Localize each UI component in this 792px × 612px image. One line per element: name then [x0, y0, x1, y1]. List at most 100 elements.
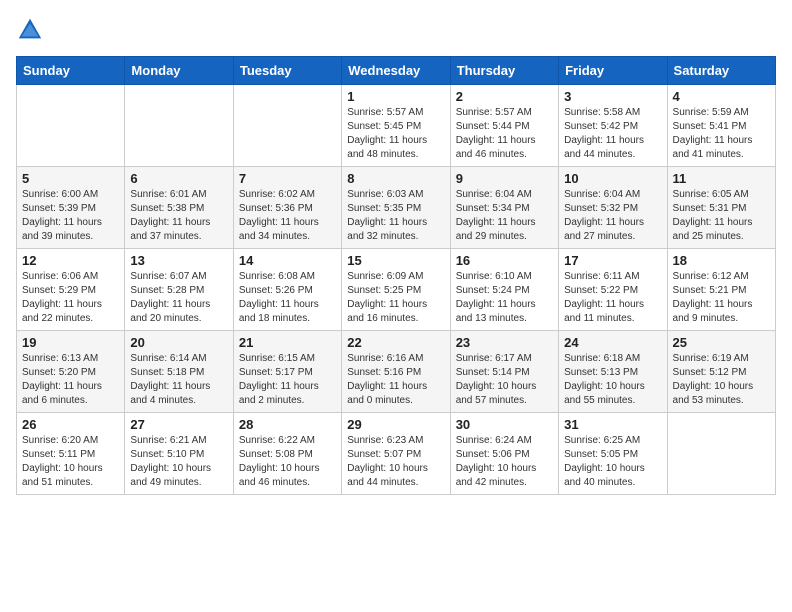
day-number: 10 — [564, 171, 661, 186]
calendar-cell: 27Sunrise: 6:21 AM Sunset: 5:10 PM Dayli… — [125, 413, 233, 495]
calendar-week-row: 1 Sunrise: 5:57 AM Sunset: 5:45 PM Daylig… — [17, 85, 776, 167]
calendar-cell: 19 Sunrise: 6:13 AM Sunset: 5:20 PM Dayli… — [17, 331, 125, 413]
cell-content: Sunrise: 5:58 AM Sunset: 5:42 PM Dayligh… — [564, 106, 661, 162]
cell-content: Sunrise: 5:57 AM Sunset: 5:44 PM Dayligh… — [456, 106, 553, 162]
calendar-cell: 14 Sunrise: 6:08 AM Sunset: 5:26 PM Dayli… — [233, 249, 341, 331]
cell-content: Sunrise: 6:22 AM Sunset: 5:08 PM Dayligh… — [239, 434, 336, 490]
day-number: 18 — [673, 253, 770, 268]
day-number: 16 — [456, 253, 553, 268]
calendar-cell: 29 Sunrise: 6:23 AM Sunset: 5:07 PM Dayli… — [342, 413, 450, 495]
day-number: 25 — [673, 335, 770, 350]
cell-content: Sunrise: 6:12 AM Sunset: 5:21 PM Dayligh… — [673, 270, 770, 326]
day-number: 27 — [130, 417, 227, 432]
calendar-week-row: 12 Sunrise: 6:06 AM Sunset: 5:29 PM Dayli… — [17, 249, 776, 331]
day-number: 20 — [130, 335, 227, 350]
calendar-cell: 23Sunrise: 6:17 AM Sunset: 5:14 PM Dayli… — [450, 331, 558, 413]
cell-content: Sunrise: 6:20 AM Sunset: 5:11 PM Dayligh… — [22, 434, 119, 490]
cell-content: Sunrise: 5:57 AM Sunset: 5:45 PM Dayligh… — [347, 106, 444, 162]
cell-content: Sunrise: 6:06 AM Sunset: 5:29 PM Dayligh… — [22, 270, 119, 326]
cell-content: Sunrise: 6:08 AM Sunset: 5:26 PM Dayligh… — [239, 270, 336, 326]
day-number: 22 — [347, 335, 444, 350]
day-number: 13 — [130, 253, 227, 268]
calendar-cell: 21 Sunrise: 6:15 AM Sunset: 5:17 PM Dayli… — [233, 331, 341, 413]
cell-content: Sunrise: 6:10 AM Sunset: 5:24 PM Dayligh… — [456, 270, 553, 326]
cell-content: Sunrise: 6:24 AM Sunset: 5:06 PM Dayligh… — [456, 434, 553, 490]
calendar-cell: 15Sunrise: 6:09 AM Sunset: 5:25 PM Dayli… — [342, 249, 450, 331]
day-number: 19 — [22, 335, 119, 350]
logo — [16, 16, 48, 44]
day-of-week-header: Wednesday — [342, 57, 450, 85]
calendar-cell — [17, 85, 125, 167]
day-of-week-header: Saturday — [667, 57, 775, 85]
cell-content: Sunrise: 5:59 AM Sunset: 5:41 PM Dayligh… — [673, 106, 770, 162]
cell-content: Sunrise: 6:04 AM Sunset: 5:34 PM Dayligh… — [456, 188, 553, 244]
day-of-week-header: Thursday — [450, 57, 558, 85]
cell-content: Sunrise: 6:16 AM Sunset: 5:16 PM Dayligh… — [347, 352, 444, 408]
day-number: 31 — [564, 417, 661, 432]
calendar-cell: 8Sunrise: 6:03 AM Sunset: 5:35 PM Daylig… — [342, 167, 450, 249]
calendar-cell: 11 Sunrise: 6:05 AM Sunset: 5:31 PM Dayli… — [667, 167, 775, 249]
day-number: 29 — [347, 417, 444, 432]
cell-content: Sunrise: 6:04 AM Sunset: 5:32 PM Dayligh… — [564, 188, 661, 244]
calendar-cell: 3 Sunrise: 5:58 AM Sunset: 5:42 PM Daylig… — [559, 85, 667, 167]
day-number: 2 — [456, 89, 553, 104]
calendar-cell: 2 Sunrise: 5:57 AM Sunset: 5:44 PM Daylig… — [450, 85, 558, 167]
day-number: 4 — [673, 89, 770, 104]
cell-content: Sunrise: 6:05 AM Sunset: 5:31 PM Dayligh… — [673, 188, 770, 244]
calendar-cell: 4 Sunrise: 5:59 AM Sunset: 5:41 PM Daylig… — [667, 85, 775, 167]
calendar-cell: 6Sunrise: 6:01 AM Sunset: 5:38 PM Daylig… — [125, 167, 233, 249]
day-number: 21 — [239, 335, 336, 350]
day-number: 3 — [564, 89, 661, 104]
calendar-cell: 25 Sunrise: 6:19 AM Sunset: 5:12 PM Dayli… — [667, 331, 775, 413]
day-number: 14 — [239, 253, 336, 268]
page-header — [16, 16, 776, 44]
day-number: 17 — [564, 253, 661, 268]
calendar-cell: 26 Sunrise: 6:20 AM Sunset: 5:11 PM Dayli… — [17, 413, 125, 495]
cell-content: Sunrise: 6:02 AM Sunset: 5:36 PM Dayligh… — [239, 188, 336, 244]
cell-content: Sunrise: 6:01 AM Sunset: 5:38 PM Dayligh… — [130, 188, 227, 244]
calendar-cell: 18 Sunrise: 6:12 AM Sunset: 5:21 PM Dayli… — [667, 249, 775, 331]
day-number: 30 — [456, 417, 553, 432]
calendar-cell: 10 Sunrise: 6:04 AM Sunset: 5:32 PM Dayli… — [559, 167, 667, 249]
calendar-cell: 9Sunrise: 6:04 AM Sunset: 5:34 PM Daylig… — [450, 167, 558, 249]
day-number: 28 — [239, 417, 336, 432]
calendar-cell: 31 Sunrise: 6:25 AM Sunset: 5:05 PM Dayli… — [559, 413, 667, 495]
cell-content: Sunrise: 6:13 AM Sunset: 5:20 PM Dayligh… — [22, 352, 119, 408]
calendar-header-row: SundayMondayTuesdayWednesdayThursdayFrid… — [17, 57, 776, 85]
day-number: 23 — [456, 335, 553, 350]
day-number: 11 — [673, 171, 770, 186]
calendar-cell: 5Sunrise: 6:00 AM Sunset: 5:39 PM Daylig… — [17, 167, 125, 249]
cell-content: Sunrise: 6:09 AM Sunset: 5:25 PM Dayligh… — [347, 270, 444, 326]
calendar-cell — [233, 85, 341, 167]
cell-content: Sunrise: 6:25 AM Sunset: 5:05 PM Dayligh… — [564, 434, 661, 490]
cell-content: Sunrise: 6:19 AM Sunset: 5:12 PM Dayligh… — [673, 352, 770, 408]
calendar-cell: 24 Sunrise: 6:18 AM Sunset: 5:13 PM Dayli… — [559, 331, 667, 413]
calendar-week-row: 19 Sunrise: 6:13 AM Sunset: 5:20 PM Dayli… — [17, 331, 776, 413]
calendar-cell: 30 Sunrise: 6:24 AM Sunset: 5:06 PM Dayli… — [450, 413, 558, 495]
calendar-cell: 13Sunrise: 6:07 AM Sunset: 5:28 PM Dayli… — [125, 249, 233, 331]
calendar-cell: 16 Sunrise: 6:10 AM Sunset: 5:24 PM Dayli… — [450, 249, 558, 331]
calendar-week-row: 26 Sunrise: 6:20 AM Sunset: 5:11 PM Dayli… — [17, 413, 776, 495]
calendar-cell: 12 Sunrise: 6:06 AM Sunset: 5:29 PM Dayli… — [17, 249, 125, 331]
day-number: 1 — [347, 89, 444, 104]
day-number: 7 — [239, 171, 336, 186]
calendar-cell: 28 Sunrise: 6:22 AM Sunset: 5:08 PM Dayli… — [233, 413, 341, 495]
day-number: 12 — [22, 253, 119, 268]
calendar-table: SundayMondayTuesdayWednesdayThursdayFrid… — [16, 56, 776, 495]
day-of-week-header: Tuesday — [233, 57, 341, 85]
cell-content: Sunrise: 6:23 AM Sunset: 5:07 PM Dayligh… — [347, 434, 444, 490]
day-number: 24 — [564, 335, 661, 350]
calendar-week-row: 5Sunrise: 6:00 AM Sunset: 5:39 PM Daylig… — [17, 167, 776, 249]
day-number: 26 — [22, 417, 119, 432]
day-number: 5 — [22, 171, 119, 186]
day-of-week-header: Friday — [559, 57, 667, 85]
calendar-cell: 22 Sunrise: 6:16 AM Sunset: 5:16 PM Dayli… — [342, 331, 450, 413]
cell-content: Sunrise: 6:11 AM Sunset: 5:22 PM Dayligh… — [564, 270, 661, 326]
cell-content: Sunrise: 6:18 AM Sunset: 5:13 PM Dayligh… — [564, 352, 661, 408]
calendar-cell: 17 Sunrise: 6:11 AM Sunset: 5:22 PM Dayli… — [559, 249, 667, 331]
calendar-cell — [667, 413, 775, 495]
calendar-cell: 20Sunrise: 6:14 AM Sunset: 5:18 PM Dayli… — [125, 331, 233, 413]
logo-icon — [16, 16, 44, 44]
cell-content: Sunrise: 6:15 AM Sunset: 5:17 PM Dayligh… — [239, 352, 336, 408]
calendar-cell: 7 Sunrise: 6:02 AM Sunset: 5:36 PM Daylig… — [233, 167, 341, 249]
